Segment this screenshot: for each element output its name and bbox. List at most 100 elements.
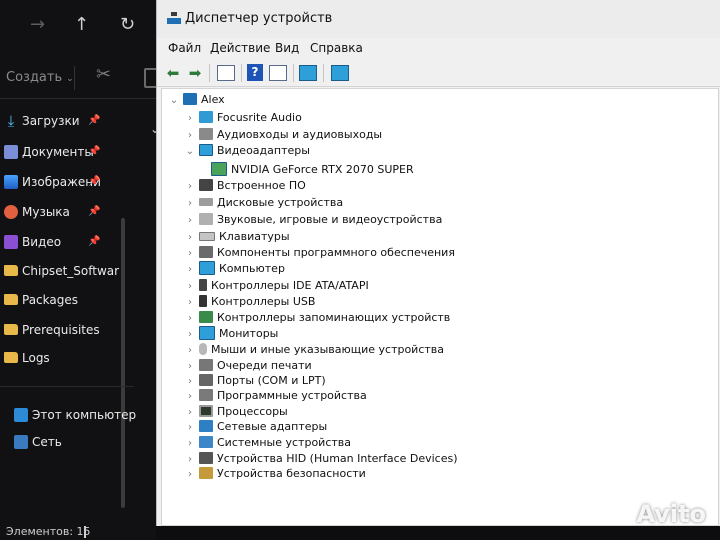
tree-item[interactable]: › Контроллеры запоминающих устройств — [184, 310, 450, 326]
nav-item-label: Загрузки — [22, 114, 80, 128]
tree-item-label: Процессоры — [217, 405, 288, 418]
chevron-right-icon[interactable]: › — [184, 262, 196, 278]
tree-item-label: Контроллеры USB — [211, 295, 316, 308]
tree-item[interactable]: › Встроенное ПО — [184, 178, 306, 194]
computer-icon — [14, 407, 28, 422]
network-adapter-icon — [199, 420, 213, 432]
toolbar: ⬅ ➡ ? — [157, 60, 720, 87]
tree-item-label: Мониторы — [219, 327, 279, 340]
tree-item-label: Очереди печати — [217, 359, 312, 372]
tree-item[interactable]: › Порты (COM и LPT) — [184, 373, 326, 389]
keyboard-icon — [199, 231, 215, 241]
scan-hardware-icon[interactable] — [299, 65, 317, 81]
scrollbar[interactable] — [121, 218, 125, 508]
tree-item[interactable]: › Устройства HID (Human Interface Devices… — [184, 451, 458, 467]
chevron-right-icon[interactable]: › — [184, 467, 196, 483]
toolbar-divider — [241, 64, 242, 82]
nav-item-label: Документы — [22, 145, 94, 159]
tree-item[interactable]: › Очереди печати — [184, 358, 312, 374]
tree-item[interactable]: › Сетевые адаптеры — [184, 419, 327, 435]
create-button[interactable]: Создать ⌄ — [6, 70, 74, 85]
menu-action[interactable]: Действие — [210, 41, 270, 55]
avito-logo-icon — [616, 507, 633, 523]
tree-item[interactable]: › Компьютер — [184, 261, 285, 277]
nav-item-downloads[interactable]: ⤓ Загрузки 📌 — [4, 109, 101, 133]
menu-help[interactable]: Справка — [310, 41, 363, 55]
chevron-right-icon[interactable]: › — [184, 327, 196, 343]
properties-view-icon[interactable] — [217, 65, 235, 81]
chevron-right-icon[interactable]: › — [184, 295, 196, 311]
back-arrow-icon[interactable]: ⬅ — [163, 63, 183, 83]
chevron-right-icon[interactable]: › — [184, 311, 196, 327]
nav-item-pictures[interactable]: Изображени 📌 — [4, 170, 101, 194]
tree-item[interactable]: › Программные устройства — [184, 388, 367, 404]
chevron-right-icon[interactable]: › — [184, 179, 196, 195]
tree-item[interactable]: › Дисковые устройства — [184, 195, 343, 211]
monitor-icon[interactable] — [331, 65, 349, 81]
chevron-right-icon[interactable]: › — [184, 196, 196, 212]
tree-item[interactable]: › Мыши и иные указывающие устройства — [184, 342, 444, 358]
tree-item[interactable]: › Аудиовходы и аудиовыходы — [184, 127, 382, 143]
tree-item-label: Аудиовходы и аудиовыходы — [217, 128, 383, 141]
tree-item-label: Встроенное ПО — [217, 179, 306, 192]
divider — [0, 98, 160, 99]
tree-root[interactable]: ⌄ Alex — [168, 92, 225, 108]
title-bar[interactable]: Диспетчер устройств — [157, 0, 720, 38]
device-tree: ⌄ Alex › Focusrite Audio › Аудиовходы и ауд… — [161, 88, 719, 526]
tree-item[interactable]: › Устройства безопасности — [184, 466, 366, 482]
tree-item[interactable]: › Контроллеры USB — [184, 294, 315, 310]
chevron-right-icon[interactable]: › — [184, 246, 196, 262]
tree-item[interactable]: › Клавиатуры — [184, 229, 290, 245]
chevron-right-icon[interactable]: › — [184, 213, 196, 229]
chevron-down-icon[interactable]: ⌄ — [168, 93, 180, 109]
help-icon[interactable]: ? — [247, 64, 263, 81]
forward-arrow-icon[interactable]: → — [30, 14, 45, 35]
screen-bezel — [156, 526, 720, 540]
chevron-right-icon[interactable]: › — [184, 389, 196, 405]
nav-item-folder[interactable]: Prerequisites — [4, 318, 100, 342]
show-hidden-icon[interactable] — [269, 65, 287, 81]
tree-item-label: Порты (COM и LPT) — [217, 374, 326, 387]
folder-icon — [4, 265, 18, 276]
nav-item-folder[interactable]: Packages — [4, 288, 78, 312]
tree-item[interactable]: › Компоненты программного обеспечения — [184, 245, 455, 261]
download-icon: ⤓ — [7, 111, 15, 130]
up-arrow-icon[interactable]: ↑ — [74, 14, 89, 35]
chevron-right-icon[interactable]: › — [184, 420, 196, 436]
nav-item-folder[interactable]: Logs — [4, 346, 50, 370]
tree-item[interactable]: › Звуковые, игровые и видеоустройства — [184, 212, 442, 228]
nav-item-documents[interactable]: Документы 📌 — [4, 140, 100, 164]
nav-item-folder[interactable]: Chipset_Softwar — [4, 259, 119, 283]
tree-item-label: Компоненты программного обеспечения — [217, 246, 455, 259]
nav-item-video[interactable]: Видео 📌 — [4, 230, 100, 254]
chevron-right-icon[interactable]: › — [184, 343, 196, 359]
refresh-icon[interactable]: ↻ — [120, 14, 135, 35]
chevron-right-icon[interactable]: › — [184, 128, 196, 144]
tree-item[interactable]: › Мониторы — [184, 326, 278, 342]
tree-item[interactable]: › Контроллеры IDE ATA/ATAPI — [184, 278, 369, 294]
chevron-right-icon[interactable]: › — [184, 436, 196, 452]
menu-view[interactable]: Вид — [275, 41, 299, 55]
tree-item-expanded[interactable]: ⌄ Видеоадаптеры — [184, 143, 310, 159]
gpu-icon — [211, 162, 227, 176]
nav-item-this-pc[interactable]: Этот компьютер — [14, 403, 136, 427]
tree-item[interactable]: › Процессоры — [184, 404, 288, 420]
watermark-text: Avito — [636, 500, 706, 528]
nav-item-music[interactable]: Музыка 📌 — [4, 200, 100, 224]
cut-icon[interactable]: ✂ — [96, 64, 111, 85]
tree-item[interactable]: › Системные устройства — [184, 435, 351, 451]
chevron-right-icon[interactable]: › — [184, 230, 196, 246]
ide-controller-icon — [199, 279, 207, 291]
chevron-right-icon[interactable]: › — [184, 111, 196, 127]
forward-arrow-icon[interactable]: ➡ — [185, 63, 205, 83]
tree-item-child[interactable]: NVIDIA GeForce RTX 2070 SUPER — [208, 162, 414, 178]
display-adapter-icon — [199, 144, 213, 156]
menu-file[interactable]: Файл — [168, 41, 201, 55]
chevron-down-icon[interactable]: ⌄ — [184, 144, 196, 160]
nav-item-network[interactable]: Сеть — [14, 430, 62, 454]
chevron-right-icon[interactable]: › — [184, 279, 196, 295]
nav-item-label: Сеть — [32, 435, 62, 449]
tree-item-label: Звуковые, игровые и видеоустройства — [217, 213, 443, 226]
tree-item[interactable]: › Focusrite Audio — [184, 110, 302, 126]
chevron-down-icon: ⌄ — [66, 74, 74, 84]
